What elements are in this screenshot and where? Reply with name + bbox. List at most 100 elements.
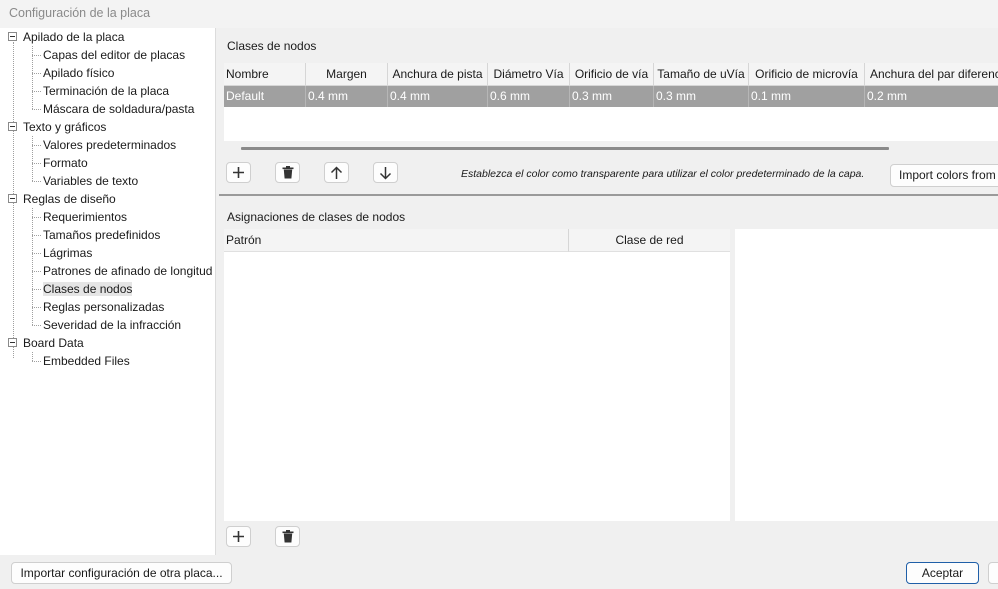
- tree-item-apilado-fisico[interactable]: Apilado físico: [43, 64, 114, 82]
- tree-group-reglas[interactable]: Reglas de diseño: [8, 190, 116, 208]
- tree-item-variables[interactable]: Variables de texto: [43, 172, 138, 190]
- tree-branch: [32, 55, 41, 56]
- horizontal-scrollbar[interactable]: [241, 147, 889, 150]
- tree-item-valores[interactable]: Valores predeterminados: [43, 136, 176, 154]
- tree-group-label: Reglas de diseño: [23, 192, 116, 206]
- tree-branch: [32, 217, 41, 218]
- tree-item-requerimientos[interactable]: Requerimientos: [43, 208, 127, 226]
- cell-diametro-via[interactable]: 0.6 mm: [488, 86, 570, 107]
- add-net-class-button[interactable]: [226, 162, 251, 183]
- tree-branch: [32, 307, 41, 308]
- column-header[interactable]: Diámetro Vía: [488, 63, 570, 86]
- tree-group-label: Apilado de la placa: [23, 30, 125, 44]
- cell-tamano-uvia[interactable]: 0.3 mm: [654, 86, 749, 107]
- tree-item-patrones[interactable]: Patrones de afinado de longitud: [43, 262, 212, 280]
- tree-item-label: Tamaños predefinidos: [43, 228, 161, 242]
- column-header[interactable]: Tamaño de uVía: [654, 63, 749, 86]
- settings-tree[interactable]: Apilado de la placa Capas del editor de …: [0, 28, 216, 555]
- tree-item-lagrimas[interactable]: Lágrimas: [43, 244, 92, 262]
- tree-guide-line: [32, 352, 33, 361]
- net-classes-grid[interactable]: Nombre Margen Anchura de pista Diámetro …: [224, 63, 998, 141]
- cell-anchura-par[interactable]: 0.2 mm: [865, 86, 998, 107]
- delete-icon: [282, 530, 293, 543]
- add-icon: [233, 531, 244, 542]
- cell-nombre[interactable]: Default: [224, 86, 306, 107]
- tree-item-label: Capas del editor de placas: [43, 48, 186, 62]
- cell-margen[interactable]: 0.4 mm: [306, 86, 388, 107]
- column-header[interactable]: Patrón: [224, 229, 569, 252]
- tree-item-capas-editor[interactable]: Capas del editor de placas: [43, 46, 185, 64]
- tree-item-label: Requerimientos: [43, 210, 128, 224]
- tree-item-severidad[interactable]: Severidad de la infracción: [43, 316, 181, 334]
- tree-item-label: Clases de nodos: [43, 282, 133, 296]
- tree-item-mascara[interactable]: Máscara de soldadura/pasta: [43, 100, 194, 118]
- delete-icon: [282, 166, 293, 179]
- move-up-button[interactable]: [324, 162, 349, 183]
- tree-branch: [32, 361, 41, 362]
- assignments-preview-pane: [735, 229, 998, 521]
- tree-item-tamanos[interactable]: Tamaños predefinidos: [43, 226, 160, 244]
- tree-item-label: Apilado físico: [43, 66, 115, 80]
- collapse-icon[interactable]: [8, 338, 17, 348]
- collapse-icon[interactable]: [8, 122, 17, 132]
- column-header[interactable]: Orificio de microvía: [749, 63, 865, 86]
- move-down-icon: [379, 166, 392, 180]
- tree-item-label: Formato: [43, 156, 88, 170]
- cell-orificio-microvia[interactable]: 0.1 mm: [749, 86, 865, 107]
- transparent-color-hint: Establezca el color como transparente pa…: [461, 168, 865, 180]
- cell-orificio-via[interactable]: 0.3 mm: [570, 86, 654, 107]
- tree-branch: [32, 235, 41, 236]
- import-settings-button[interactable]: Importar configuración de otra placa...: [11, 562, 232, 584]
- tree-branch: [32, 163, 41, 164]
- tree-item-label: Variables de texto: [43, 174, 139, 188]
- add-icon: [233, 167, 244, 178]
- tree-branch: [32, 253, 41, 254]
- column-header[interactable]: Margen: [306, 63, 388, 86]
- tree-item-embedded-files[interactable]: Embedded Files: [43, 352, 130, 370]
- window-title: Configuración de la placa: [0, 0, 998, 28]
- tree-branch: [32, 181, 41, 182]
- add-assignment-button[interactable]: [226, 526, 251, 547]
- tree-item-label: Embedded Files: [43, 354, 130, 368]
- tree-branch: [32, 145, 41, 146]
- tree-item-label: Máscara de soldadura/pasta: [43, 102, 195, 116]
- delete-net-class-button[interactable]: [275, 162, 300, 183]
- column-header[interactable]: Anchura del par diferencial: [865, 63, 998, 86]
- tree-group-label: Texto y gráficos: [23, 120, 107, 134]
- tree-branch: [32, 73, 41, 74]
- collapse-icon[interactable]: [8, 194, 17, 204]
- move-up-icon: [330, 165, 343, 179]
- tree-group-board-data[interactable]: Board Data: [8, 334, 84, 352]
- accept-button[interactable]: Aceptar: [906, 562, 979, 584]
- tree-item-label: Reglas personalizadas: [43, 300, 165, 314]
- tree-branch: [32, 109, 41, 110]
- tree-branch: [32, 325, 41, 326]
- tree-item-formato[interactable]: Formato: [43, 154, 88, 172]
- column-header[interactable]: Nombre: [224, 63, 306, 86]
- tree-item-label: Severidad de la infracción: [43, 318, 182, 332]
- cancel-button[interactable]: [988, 562, 998, 584]
- tree-group-label: Board Data: [23, 336, 84, 350]
- column-header[interactable]: Anchura de pista: [388, 63, 488, 86]
- import-colors-button[interactable]: Import colors from: [890, 164, 998, 187]
- column-header[interactable]: Clase de red: [569, 229, 730, 252]
- move-down-button[interactable]: [373, 162, 398, 183]
- tree-item-label: Patrones de afinado de longitud: [43, 264, 213, 278]
- cell-anchura-pista[interactable]: 0.4 mm: [388, 86, 488, 107]
- panel-splitter[interactable]: [219, 194, 998, 196]
- collapse-icon[interactable]: [8, 32, 17, 42]
- tree-branch: [32, 271, 41, 272]
- net-classes-title: Clases de nodos: [227, 39, 317, 53]
- tree-item-terminacion[interactable]: Terminación de la placa: [43, 82, 169, 100]
- tree-item-reglas-personalizadas[interactable]: Reglas personalizadas: [43, 298, 164, 316]
- tree-group-texto[interactable]: Texto y gráficos: [8, 118, 106, 136]
- tree-item-clases-nodos[interactable]: Clases de nodos: [43, 280, 133, 298]
- tree-item-label: Lágrimas: [43, 246, 93, 260]
- assignments-title: Asignaciones de clases de nodos: [227, 210, 406, 224]
- column-header[interactable]: Orificio de vía: [570, 63, 654, 86]
- tree-group-apilado[interactable]: Apilado de la placa: [8, 28, 124, 46]
- tree-guide-line: [32, 136, 33, 181]
- tree-branch: [32, 91, 41, 92]
- delete-assignment-button[interactable]: [275, 526, 300, 547]
- assignments-grid[interactable]: Patrón Clase de red: [224, 229, 730, 521]
